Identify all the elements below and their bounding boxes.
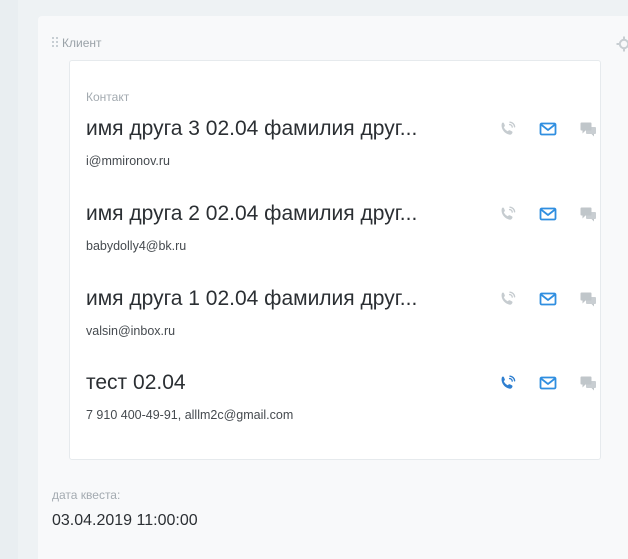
contact-name[interactable]: тест 02.04	[86, 371, 186, 395]
quest-date-label: дата квеста:	[52, 488, 121, 502]
phone-icon[interactable]	[498, 119, 518, 139]
drag-handle-icon[interactable]	[52, 36, 60, 50]
contact-name[interactable]: имя друга 3 02.04 фамилия друг...	[86, 117, 417, 141]
left-strip	[0, 0, 18, 559]
panel-header: Клиент	[52, 36, 102, 50]
mail-icon[interactable]	[538, 289, 558, 309]
contact-name[interactable]: имя друга 2 02.04 фамилия друг...	[86, 202, 417, 226]
contact-detail: 7 910 400-49-91, alllm2c@gmail.com	[86, 408, 294, 422]
page: Клиент Контакт имя друга 3 02.04 фамилия…	[0, 0, 628, 559]
contact-actions	[498, 289, 598, 309]
phone-icon[interactable]	[498, 204, 518, 224]
phone-icon[interactable]	[498, 373, 518, 393]
contacts-label: Контакт	[86, 90, 130, 104]
contact-detail: valsin@inbox.ru	[86, 324, 176, 338]
contact-name[interactable]: имя друга 1 02.04 фамилия друг...	[86, 287, 417, 311]
gear-icon[interactable]	[616, 36, 628, 52]
chat-icon[interactable]	[578, 119, 598, 139]
mail-icon[interactable]	[538, 119, 558, 139]
contact-actions	[498, 119, 598, 139]
contact-actions	[498, 373, 598, 393]
phone-icon[interactable]	[498, 289, 518, 309]
mail-icon[interactable]	[538, 204, 558, 224]
chat-icon[interactable]	[578, 373, 598, 393]
contact-actions	[498, 204, 598, 224]
chat-icon[interactable]	[578, 289, 598, 309]
panel-title: Клиент	[62, 36, 102, 50]
mail-icon[interactable]	[538, 373, 558, 393]
contact-detail: babydolly4@bk.ru	[86, 239, 187, 253]
contact-detail: i@mmironov.ru	[86, 154, 170, 168]
chat-icon[interactable]	[578, 204, 598, 224]
quest-date-value: 03.04.2019 11:00:00	[52, 512, 198, 529]
